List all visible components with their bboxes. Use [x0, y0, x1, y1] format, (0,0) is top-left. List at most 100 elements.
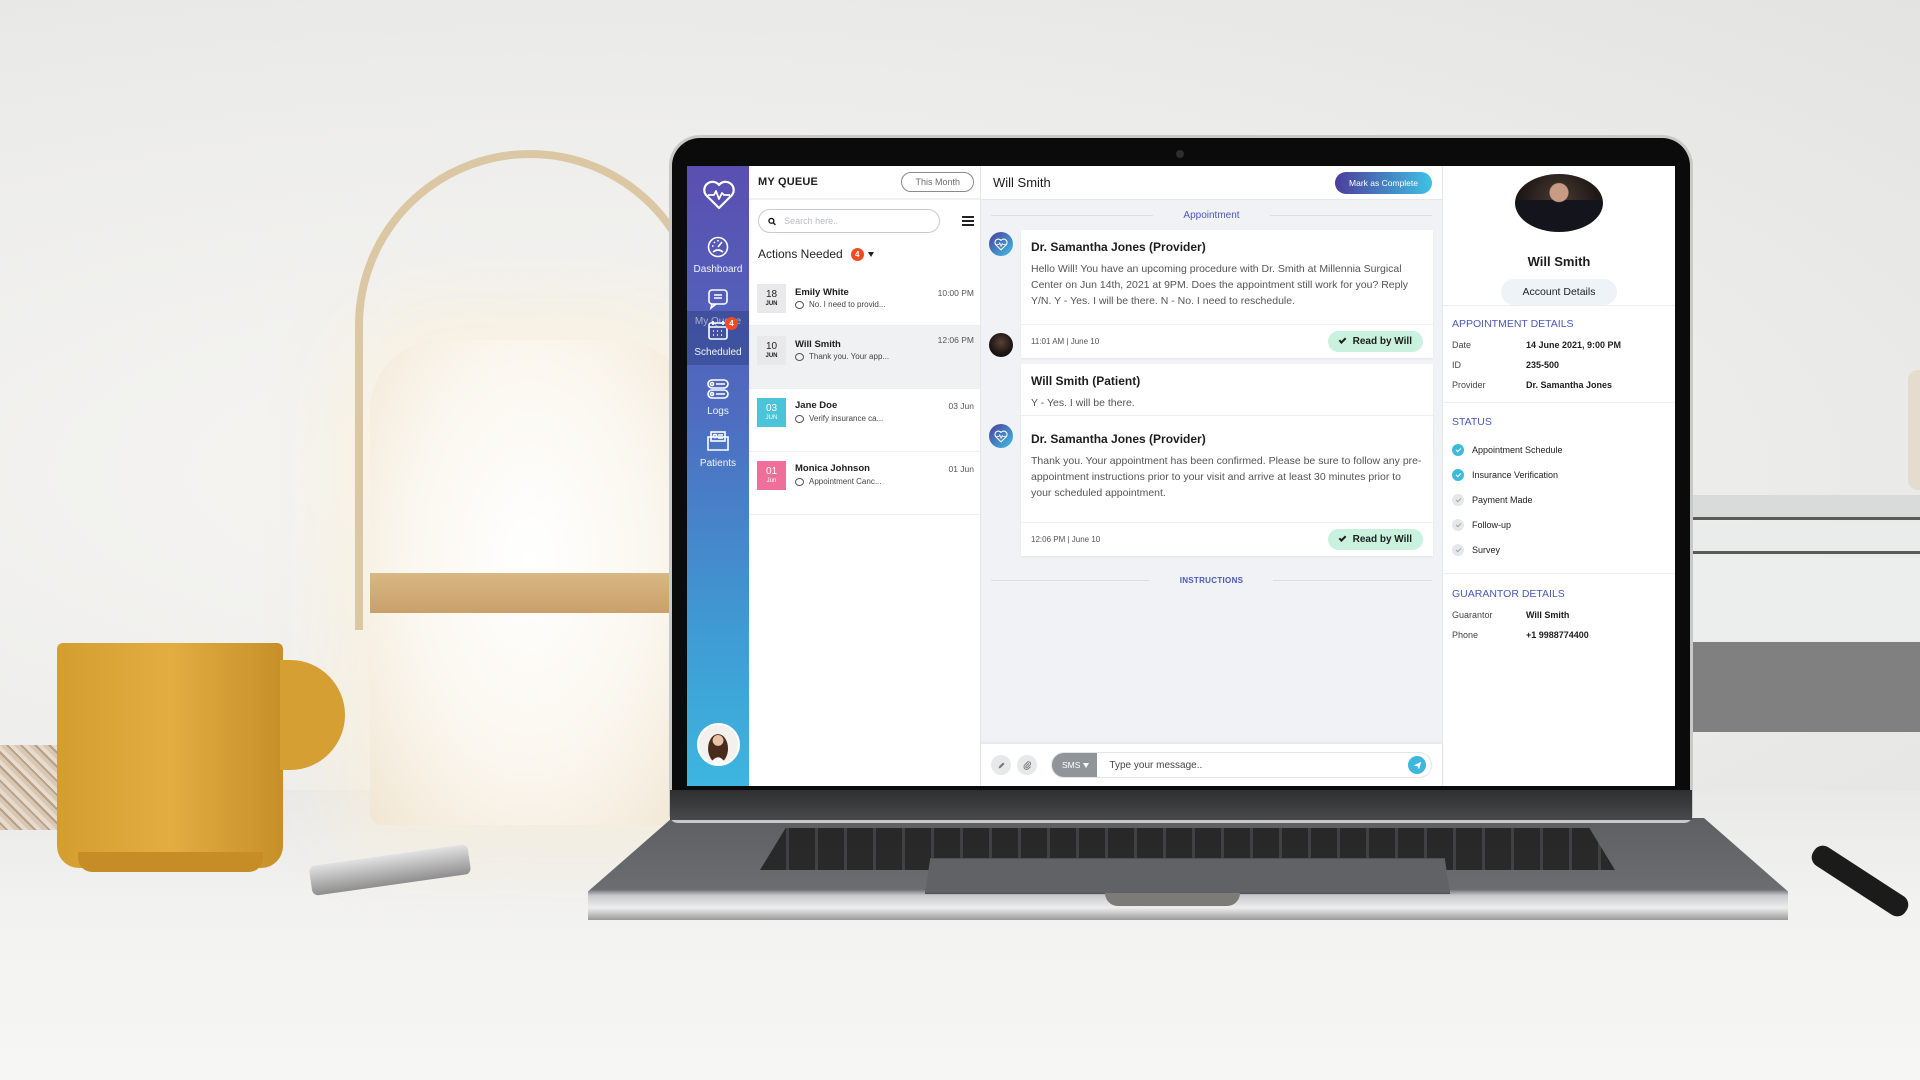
guarantor-details-section: GUARANTOR DETAILS Guarantor Will Smith Ph… — [1443, 574, 1675, 660]
message-footer: 11:01 AM | June 10 Read by Will — [1021, 324, 1433, 358]
status-label: Survey — [1472, 545, 1501, 555]
sidebar-item-scheduled[interactable]: 4 Scheduled — [687, 311, 749, 365]
book — [1690, 523, 1920, 554]
status-label: Insurance Verification — [1472, 470, 1559, 480]
instructions-divider: INSTRUCTIONS — [991, 569, 1432, 591]
speedometer-icon — [707, 236, 729, 258]
message-preview: Verify insurance ca... — [795, 414, 883, 423]
logs-icon — [707, 379, 729, 399]
mark-as-complete-button[interactable]: Mark as Complete — [1335, 171, 1432, 194]
channel-label: SMS — [1062, 760, 1081, 770]
read-status-chip: Read by Will — [1327, 529, 1423, 550]
laptop-trackpad — [925, 858, 1450, 894]
instructions-label: INSTRUCTIONS — [1149, 575, 1274, 585]
status-label: Payment Made — [1472, 495, 1533, 505]
queue-header: MY QUEUE This Month — [749, 166, 980, 200]
detail-row: Provider Dr. Samantha Jones — [1452, 380, 1666, 390]
conversation-title: Will Smith — [993, 175, 1051, 190]
message-text: Y - Yes. I will be there. — [1031, 397, 1135, 409]
this-month-filter-button[interactable]: This Month — [901, 172, 974, 192]
date-day: 10 — [765, 340, 778, 352]
laptop-lid-notch — [1105, 893, 1240, 906]
actions-count-badge: 4 — [850, 247, 864, 261]
hamburger-menu-icon[interactable] — [962, 216, 974, 226]
detail-row: ID 235-500 — [1452, 360, 1666, 370]
preview-text: No. I need to provid... — [809, 300, 886, 309]
user-avatar[interactable] — [697, 723, 740, 766]
pencil-icon[interactable] — [991, 755, 1011, 775]
sidebar-item-label: Logs — [707, 406, 729, 417]
detail-row: Phone +1 9988774400 — [1452, 630, 1666, 640]
search-input[interactable] — [784, 216, 930, 226]
lamp-handle — [355, 150, 705, 630]
queue-item[interactable]: 18 JUN Emily White No. I need to provid.… — [749, 276, 980, 326]
check-icon — [1338, 534, 1347, 542]
date-box: 18 JUN — [757, 284, 786, 313]
date-month: JUN — [765, 300, 778, 307]
status-item: Appointment Schedule — [1452, 444, 1666, 456]
pending-check-icon — [1452, 519, 1464, 531]
date-day: 03 — [765, 402, 778, 414]
queue-item[interactable]: 01 Jun Monica Johnson Appointment Canc..… — [749, 452, 980, 515]
patient-details-panel: Will Smith Account Details APPOINTMENT D… — [1443, 166, 1675, 786]
section-title: GUARANTOR DETAILS — [1452, 588, 1565, 600]
item-time: 03 Jun — [948, 401, 974, 411]
actions-needed-dropdown[interactable]: Actions Needed 4 — [749, 233, 980, 261]
sidebar-nav: Dashboard My Queue 4 Scheduled Logs Pati… — [687, 166, 749, 786]
patient-photo — [1515, 174, 1603, 232]
comment-icon — [795, 300, 804, 309]
detail-key: Date — [1452, 340, 1472, 350]
status-item: Survey — [1452, 544, 1666, 556]
sidebar-item-patients[interactable]: Patients — [687, 418, 749, 480]
section-title: STATUS — [1452, 416, 1492, 428]
detail-row: Date 14 June 2021, 9:00 PM — [1452, 340, 1666, 350]
queue-item[interactable]: 10 JUN Will Smith Thank you. Your app...… — [749, 326, 980, 389]
laptop-hinge — [670, 790, 1692, 820]
chat-bubble-icon — [708, 289, 728, 311]
detail-value: +1 9988774400 — [1526, 630, 1589, 640]
message-author: Dr. Samantha Jones (Provider) — [1031, 240, 1206, 254]
detail-key: Provider — [1452, 380, 1486, 390]
status-item: Payment Made — [1452, 494, 1666, 506]
detail-key: ID — [1452, 360, 1461, 370]
comment-icon — [795, 352, 804, 361]
message-card: Dr. Samantha Jones (Provider) Thank you.… — [1021, 422, 1433, 556]
status-section: STATUS Appointment Schedule Insurance Ve… — [1443, 403, 1675, 574]
message-author: Dr. Samantha Jones (Provider) — [1031, 432, 1206, 446]
book-stack — [1690, 495, 1920, 765]
detail-key: Phone — [1452, 630, 1479, 640]
status-label: Appointment Schedule — [1472, 445, 1563, 455]
yellow-mug — [57, 643, 283, 868]
message-preview: Appointment Canc... — [795, 477, 881, 486]
read-status-chip: Read by Will — [1327, 331, 1423, 352]
send-icon[interactable] — [1408, 756, 1426, 774]
date-box: 10 JUN — [757, 336, 786, 365]
message-composer: SMS — [981, 744, 1442, 786]
heart-pulse-logo-icon[interactable] — [702, 180, 736, 210]
account-details-button[interactable]: Account Details — [1500, 279, 1618, 305]
paperclip-icon[interactable] — [1017, 755, 1037, 775]
pending-check-icon — [1452, 544, 1464, 556]
message-input[interactable] — [1097, 759, 1408, 771]
contact-name: Emily White — [795, 287, 849, 298]
status-text: Read by Will — [1352, 336, 1412, 347]
webcam — [1176, 150, 1184, 158]
queue-item[interactable]: 03 JUN Jane Doe Verify insurance ca... 0… — [749, 389, 980, 452]
comment-icon — [795, 414, 804, 423]
queue-list: 18 JUN Emily White No. I need to provid.… — [749, 276, 980, 515]
preview-text: Verify insurance ca... — [809, 414, 884, 423]
message-text: Thank you. Your appointment has been con… — [1031, 455, 1422, 499]
actions-needed-label: Actions Needed — [758, 247, 843, 261]
status-text: Read by Will — [1352, 534, 1412, 545]
contact-name: Monica Johnson — [795, 463, 870, 474]
sidebar-item-label: Patients — [699, 458, 737, 469]
comment-icon — [795, 477, 804, 486]
check-icon — [1338, 336, 1347, 344]
status-item: Insurance Verification — [1452, 469, 1666, 481]
item-time: 12:06 PM — [937, 335, 974, 345]
provider-avatar — [989, 424, 1013, 448]
section-title: APPOINTMENT DETAILS — [1452, 318, 1574, 330]
channel-select[interactable]: SMS — [1052, 753, 1098, 777]
item-time: 01 Jun — [948, 464, 974, 474]
vase-decor — [1908, 370, 1920, 490]
